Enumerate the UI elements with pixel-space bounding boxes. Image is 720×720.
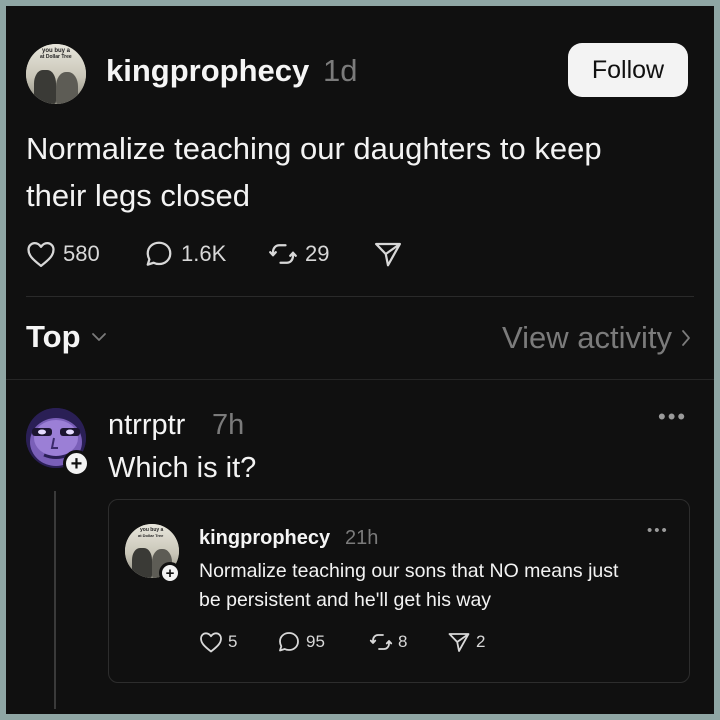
quoted-repost-button[interactable]: 8 [369,631,407,653]
comment-count: 1.6K [181,241,227,266]
quoted-comment-button[interactable]: 95 [277,631,325,653]
quoted-author-username[interactable]: kingprophecy [199,527,330,550]
chevron-down-icon [91,330,107,348]
reply-author-username[interactable]: ntrrptr [108,409,185,442]
share-icon [373,240,403,268]
repost-count: 29 [305,241,330,266]
quoted-text-line: be persistent and he'll get his way [199,589,492,611]
divider [6,379,714,380]
quoted-text-line: Normalize teaching our sons that NO mean… [199,560,619,582]
quoted-repost-count: 8 [398,632,408,651]
avatar-caption: at Dollar Tree [138,533,164,538]
quoted-timestamp: 21h [345,527,379,549]
share-button[interactable] [373,240,403,268]
post-timestamp: 1d [323,53,358,88]
sort-dropdown[interactable]: Top [26,319,107,355]
like-count: 580 [63,241,100,266]
thread-line [54,491,56,709]
quoted-share-count: 2 [476,632,486,651]
post-author-avatar[interactable]: you buy a at Dollar Tree [26,44,86,104]
post-text-line: Normalize teaching our daughters to keep [26,131,602,166]
threads-screen: you buy a at Dollar Tree kingprophecy 1d… [6,6,714,714]
plus-icon[interactable]: + [159,562,181,584]
chevron-right-icon [680,328,692,353]
quoted-like-button[interactable]: 5 [199,631,237,653]
heart-icon [26,240,56,268]
repost-button[interactable]: 29 [268,240,329,268]
repost-icon [268,240,298,268]
quoted-comment-count: 95 [306,632,325,651]
quoted-like-count: 5 [228,632,238,651]
plus-icon[interactable]: + [63,450,90,477]
reply-text: Which is it? [108,452,257,484]
comment-icon [144,240,174,268]
comment-button[interactable]: 1.6K [144,240,226,268]
heart-icon [199,631,223,653]
like-button[interactable]: 580 [26,240,100,268]
divider [26,296,694,297]
view-activity-label: View activity [502,320,672,355]
quoted-post-card[interactable]: you buy a at Dollar Tree + kingprophecy … [108,499,690,683]
comment-icon [277,631,301,653]
post-author-username[interactable]: kingprophecy [106,53,309,89]
reply-timestamp: 7h [212,409,245,441]
quoted-share-button[interactable]: 2 [447,631,485,653]
post-text-line: their legs closed [26,178,251,213]
view-activity-link[interactable]: View activity [502,320,692,356]
more-icon[interactable]: ••• [647,522,669,539]
share-icon [447,631,471,653]
more-icon[interactable]: ••• [658,404,687,430]
avatar-caption: at Dollar Tree [40,54,72,60]
sort-label: Top [26,319,81,354]
follow-button[interactable]: Follow [568,43,688,97]
repost-icon [369,631,393,653]
